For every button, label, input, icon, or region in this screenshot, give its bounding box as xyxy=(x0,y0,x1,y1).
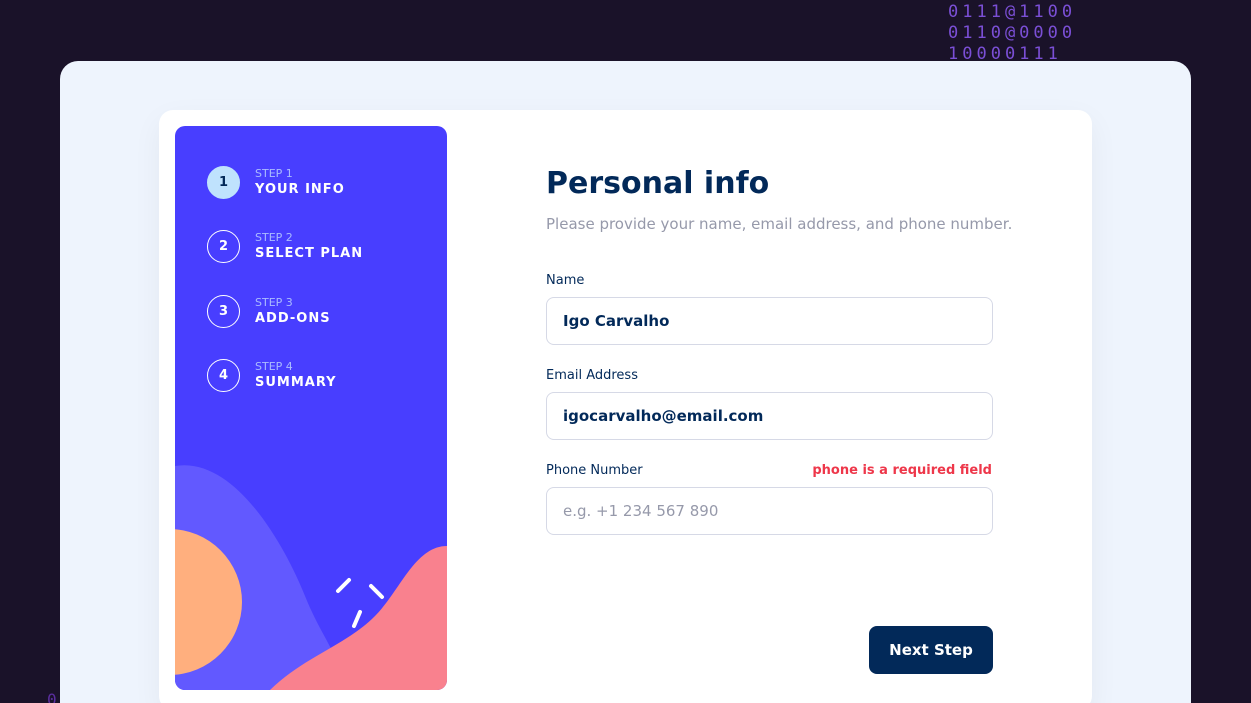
page-subtitle: Please provide your name, email address,… xyxy=(546,215,1013,233)
step-title: SUMMARY xyxy=(255,375,337,390)
background-binary-text: 0111@1100 0110@0000 10000111 xyxy=(948,2,1076,62)
binary-row: 10000111 xyxy=(948,44,1062,62)
sidebar-decoration xyxy=(175,465,447,690)
binary-row: 0110@0000 xyxy=(948,23,1077,43)
step-title: YOUR INFO xyxy=(255,182,345,197)
step-sub-label: STEP 3 xyxy=(255,296,293,309)
step-item-summary[interactable]: 4 STEP 4 SUMMARY xyxy=(207,359,337,392)
step-sub-label: STEP 4 xyxy=(255,360,293,373)
phone-error-message: phone is a required field xyxy=(812,463,992,478)
name-input[interactable] xyxy=(546,297,993,345)
step-item-add-ons[interactable]: 3 STEP 3 ADD-ONS xyxy=(207,295,331,328)
step-number: 3 xyxy=(207,295,240,328)
step-number: 2 xyxy=(207,230,240,263)
step-number: 1 xyxy=(207,166,240,199)
email-label: Email Address xyxy=(546,368,638,383)
background-binary-stray: 0 xyxy=(47,690,57,703)
step-sidebar: 1 STEP 1 YOUR INFO 2 STEP 2 SELECT PLAN … xyxy=(175,126,447,690)
step-title: SELECT PLAN xyxy=(255,246,364,261)
phone-label: Phone Number xyxy=(546,463,643,478)
binary-row: 0111@1100 xyxy=(948,2,1077,22)
step-sub-label: STEP 1 xyxy=(255,167,293,180)
page-title: Personal info xyxy=(546,166,770,201)
email-input[interactable] xyxy=(546,392,993,440)
step-number: 4 xyxy=(207,359,240,392)
phone-input[interactable] xyxy=(546,487,993,535)
next-step-button[interactable]: Next Step xyxy=(869,626,993,674)
step-item-select-plan[interactable]: 2 STEP 2 SELECT PLAN xyxy=(207,230,363,263)
step-sub-label: STEP 2 xyxy=(255,231,293,244)
name-label: Name xyxy=(546,273,585,288)
step-title: ADD-ONS xyxy=(255,311,331,326)
step-item-your-info[interactable]: 1 STEP 1 YOUR INFO xyxy=(207,166,345,199)
